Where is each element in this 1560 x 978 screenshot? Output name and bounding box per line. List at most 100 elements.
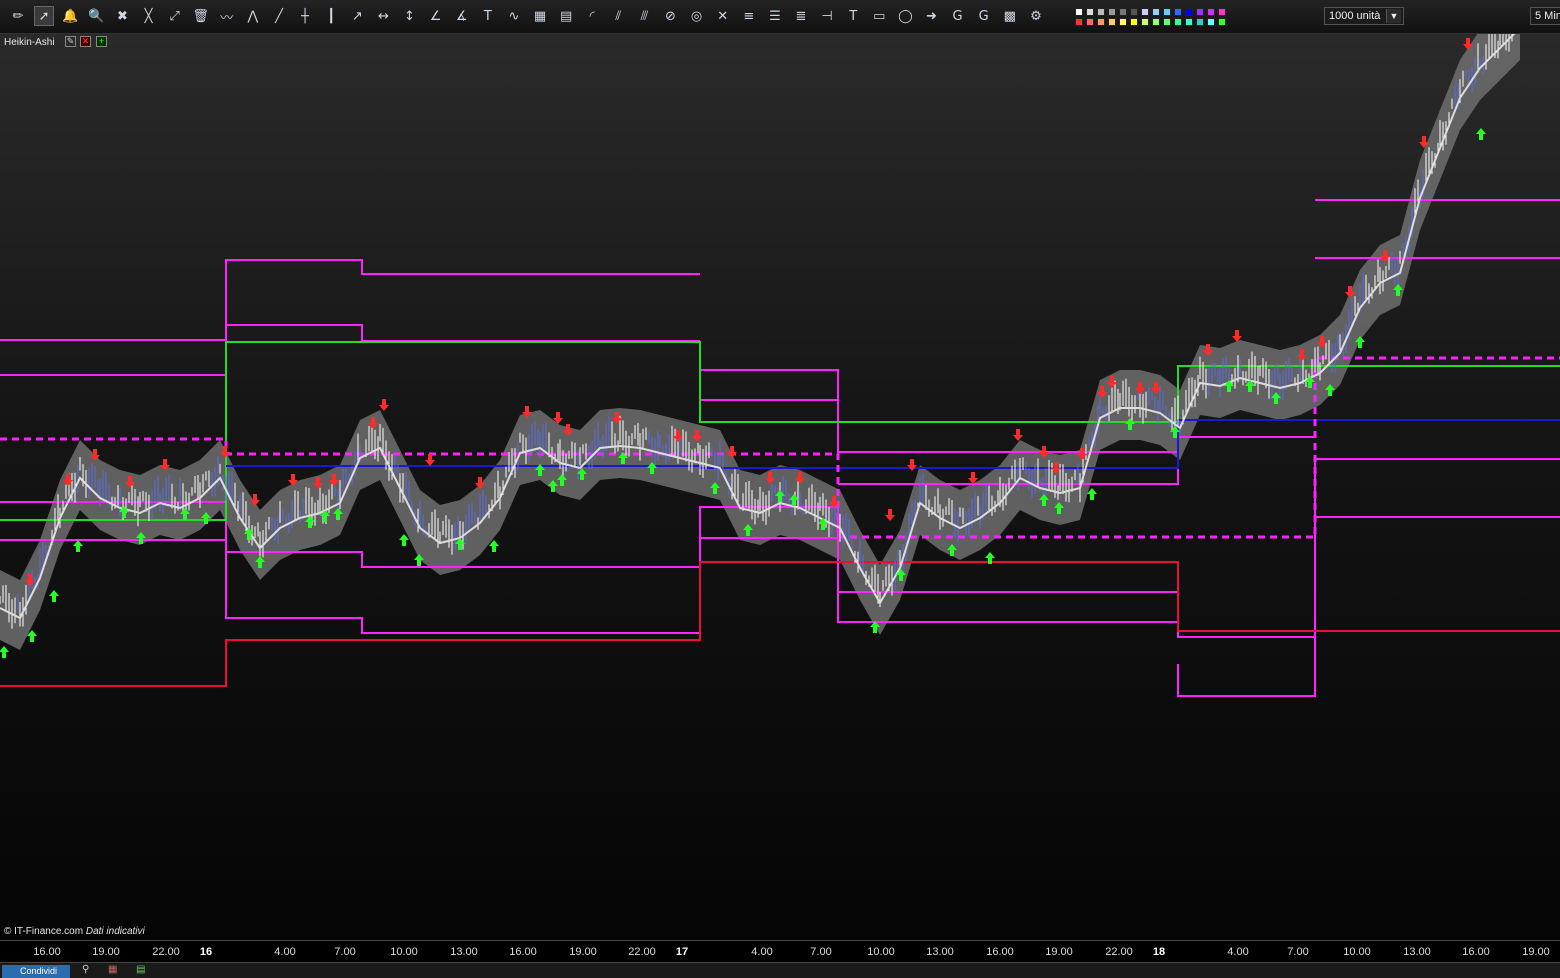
alert-bell-icon[interactable]: 🔔: [60, 6, 80, 26]
color-swatch[interactable]: [1086, 18, 1094, 26]
vertical-line-icon[interactable]: ┃: [321, 6, 341, 26]
channel-icon[interactable]: ▤: [556, 6, 576, 26]
color-swatch[interactable]: [1218, 8, 1226, 16]
wave-icon[interactable]: ∿: [504, 6, 524, 26]
cross-tool-icon[interactable]: ✕: [713, 6, 733, 26]
color-swatch[interactable]: [1130, 18, 1138, 26]
time-tick: 4.00: [751, 946, 773, 958]
share-button[interactable]: Condividi: [2, 965, 70, 978]
color-swatch[interactable]: [1119, 8, 1127, 16]
ellipse-shape-icon[interactable]: ◯: [895, 6, 915, 26]
arrow-right-icon[interactable]: ➜: [922, 6, 942, 26]
timeframe-select[interactable]: 5 Min: [1530, 7, 1560, 25]
ellipse-icon[interactable]: ⊘: [661, 6, 681, 26]
raff-channel-icon[interactable]: ≣: [791, 6, 811, 26]
time-tick: 18: [1152, 946, 1166, 958]
line-chart-green-icon[interactable]: 〰: [217, 6, 237, 26]
sell-arrow: [425, 454, 435, 466]
gann-fan-icon[interactable]: ⫽: [608, 6, 628, 26]
color-swatch[interactable]: [1108, 8, 1116, 16]
expand-icon[interactable]: ⤢: [165, 6, 185, 26]
fan-icon[interactable]: ◜: [582, 6, 602, 26]
chevron-down-icon[interactable]: ▼: [1386, 9, 1401, 23]
color-swatch[interactable]: [1141, 8, 1149, 16]
pattern-grid-icon[interactable]: ▩: [1000, 6, 1020, 26]
color-swatch[interactable]: [1119, 18, 1127, 26]
pivot-level-line: [0, 561, 1560, 687]
color-swatch[interactable]: [1108, 18, 1116, 26]
color-swatch[interactable]: [1207, 18, 1215, 26]
color-swatch[interactable]: [1185, 8, 1193, 16]
vertical-ray-icon[interactable]: ↕: [400, 6, 420, 26]
buy-arrow: [73, 540, 83, 552]
time-axis[interactable]: 16.00 19.00 22.00 16 4.00 7.00 10.00 13.00 16.00…: [0, 940, 1560, 963]
copyright-text: © IT-Finance.com: [4, 926, 84, 937]
time-tick: 16.00: [1462, 946, 1490, 958]
color-swatch[interactable]: [1097, 8, 1105, 16]
spiral-icon[interactable]: ◎: [687, 6, 707, 26]
color-swatch[interactable]: [1163, 18, 1171, 26]
price-chart[interactable]: [0, 34, 1560, 940]
tools-icon[interactable]: ✖: [112, 6, 132, 26]
color-swatch[interactable]: [1141, 18, 1149, 26]
time-tick: 13.00: [1403, 946, 1431, 958]
horizontal-ray-icon[interactable]: ↔: [373, 6, 393, 26]
time-tick: 7.00: [334, 946, 356, 958]
sell-arrow: [1013, 429, 1023, 441]
color-swatch[interactable]: [1207, 8, 1215, 16]
chart-style-label: Heikin-Ashi: [4, 37, 55, 48]
fibonacci-icon[interactable]: ≡: [739, 6, 759, 26]
trash-icon[interactable]: 🗑: [191, 6, 211, 26]
color-swatch[interactable]: [1196, 8, 1204, 16]
color-swatch[interactable]: [1075, 8, 1083, 16]
time-tick: 19.00: [1522, 946, 1550, 958]
text-box-icon[interactable]: T: [843, 6, 863, 26]
grid-layout-icon[interactable]: ▦: [108, 964, 117, 975]
color-swatch[interactable]: [1097, 18, 1105, 26]
add-indicator-icon[interactable]: +: [96, 36, 107, 47]
trend-line-icon[interactable]: ╱: [269, 6, 289, 26]
color-swatch[interactable]: [1174, 18, 1182, 26]
buy-arrow: [49, 590, 59, 602]
color-swatch[interactable]: [1086, 8, 1094, 16]
color-swatch[interactable]: [1152, 18, 1160, 26]
g-fan-lines-icon[interactable]: G: [974, 6, 994, 26]
color-swatch[interactable]: [1218, 18, 1226, 26]
color-swatch[interactable]: [1130, 8, 1138, 16]
color-swatch[interactable]: [1174, 8, 1182, 16]
percent-angle-icon[interactable]: ∡: [452, 6, 472, 26]
time-tick: 16.00: [986, 946, 1014, 958]
settings-wrench-icon[interactable]: ✎: [65, 36, 76, 47]
remove-icon[interactable]: ✕: [80, 36, 91, 47]
text-percent-icon[interactable]: T: [478, 6, 498, 26]
color-swatch[interactable]: [1152, 8, 1160, 16]
rectangle-icon[interactable]: ▭: [869, 6, 889, 26]
pin-icon[interactable]: ⚲: [82, 964, 89, 975]
measure-icon[interactable]: ⊣: [817, 6, 837, 26]
sell-arrow: [907, 459, 917, 471]
zigzag-icon[interactable]: ⋀: [243, 6, 263, 26]
time-tick: 22.00: [152, 946, 180, 958]
pivot-level-line: [0, 324, 700, 376]
table-icon[interactable]: ▤: [136, 964, 145, 975]
color-swatch[interactable]: [1075, 18, 1083, 26]
settings-cube-icon[interactable]: ⚙: [1026, 6, 1046, 26]
cross-lines-icon[interactable]: ╳: [139, 6, 159, 26]
fan-lines-icon[interactable]: ⫻: [634, 6, 654, 26]
grid-icon[interactable]: ▦: [530, 6, 550, 26]
buy-arrow: [1476, 128, 1486, 140]
timeframe-value: 5 Min: [1535, 10, 1560, 22]
g-fan-icon[interactable]: G: [948, 6, 968, 26]
ruler-icon[interactable]: ✏: [8, 6, 28, 26]
cursor-arrow-icon[interactable]: ➚: [34, 6, 55, 26]
horizontal-line-icon[interactable]: ┼: [295, 6, 315, 26]
color-swatch[interactable]: [1163, 8, 1171, 16]
color-swatch[interactable]: [1196, 18, 1204, 26]
time-tick: 16.00: [509, 946, 537, 958]
units-select[interactable]: 1000 unità ▼: [1324, 7, 1404, 25]
fibonacci-levels-icon[interactable]: ☰: [765, 6, 785, 26]
ray-icon[interactable]: ↗: [347, 6, 367, 26]
color-swatch[interactable]: [1185, 18, 1193, 26]
angle-icon[interactable]: ∠: [426, 6, 446, 26]
zoom-icon[interactable]: 🔍: [86, 6, 106, 26]
